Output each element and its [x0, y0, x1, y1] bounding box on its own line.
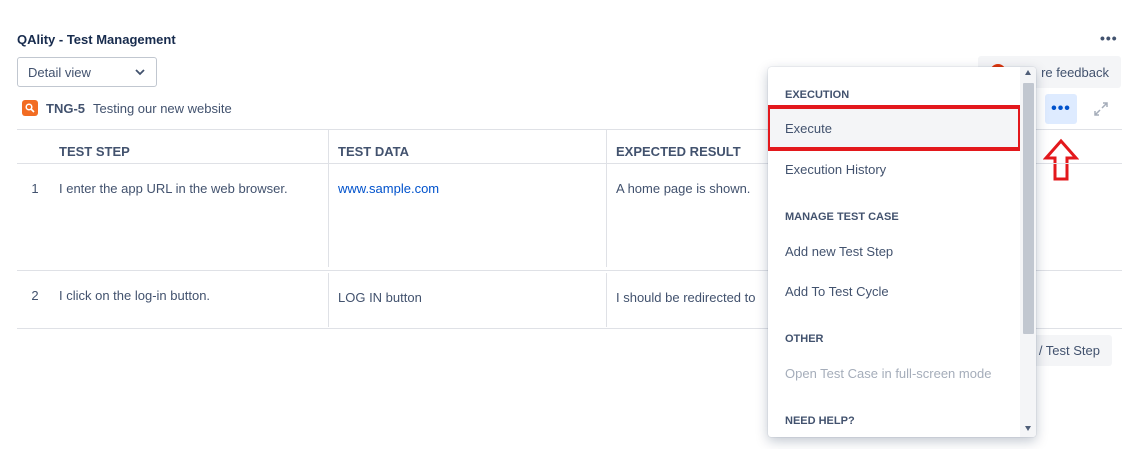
- actions-dropdown-menu: EXECUTION Execute Execution History MANA…: [768, 67, 1036, 437]
- step-data: www.sample.com: [328, 164, 607, 267]
- menu-item-full-screen: Open Test Case in full-screen mode: [785, 365, 992, 381]
- step-data: LOG IN button: [328, 273, 607, 327]
- issue-summary: Testing our new website: [93, 100, 232, 116]
- menu-heading-manage: MANAGE TEST CASE: [785, 211, 899, 223]
- issue-header: TNG-5 Testing our new website: [22, 100, 232, 116]
- step-text: I enter the app URL in the web browser.: [59, 181, 288, 196]
- test-data-link[interactable]: www.sample.com: [338, 181, 439, 196]
- menu-heading-other: OTHER: [785, 333, 824, 345]
- menu-item-add-test-step[interactable]: Add new Test Step: [768, 231, 1020, 271]
- more-actions-button[interactable]: •••: [1045, 94, 1077, 124]
- menu-heading-execution: EXECUTION: [785, 89, 850, 101]
- expand-icon[interactable]: [1092, 100, 1110, 118]
- scroll-up-arrow-icon[interactable]: [1025, 70, 1031, 75]
- view-select-value: Detail view: [28, 64, 91, 80]
- view-select[interactable]: Detail view: [17, 57, 157, 87]
- header-test-step: TEST STEP: [59, 144, 130, 159]
- issue-key-link[interactable]: TNG-5: [46, 101, 85, 116]
- feedback-label: re feedback: [1041, 64, 1109, 80]
- step-text: I click on the log-in button.: [59, 288, 211, 303]
- panel-more-button[interactable]: •••: [1100, 30, 1118, 46]
- scroll-down-arrow-icon[interactable]: [1025, 426, 1031, 431]
- chevron-down-icon: [135, 69, 145, 76]
- menu-item-execution-history[interactable]: Execution History: [768, 149, 1020, 189]
- search-icon: [22, 100, 38, 116]
- step-number: 1: [31, 181, 39, 196]
- scroll-thumb[interactable]: [1023, 83, 1034, 334]
- header-test-data: TEST DATA: [328, 130, 607, 163]
- menu-heading-help: NEED HELP?: [785, 415, 855, 427]
- highlight-box: [768, 105, 1022, 151]
- menu-scrollbar[interactable]: [1020, 67, 1036, 437]
- panel-title: QAlity - Test Management: [17, 32, 176, 47]
- menu-item-add-to-test-cycle[interactable]: Add To Test Cycle: [768, 271, 1020, 311]
- step-number: 2: [31, 288, 39, 303]
